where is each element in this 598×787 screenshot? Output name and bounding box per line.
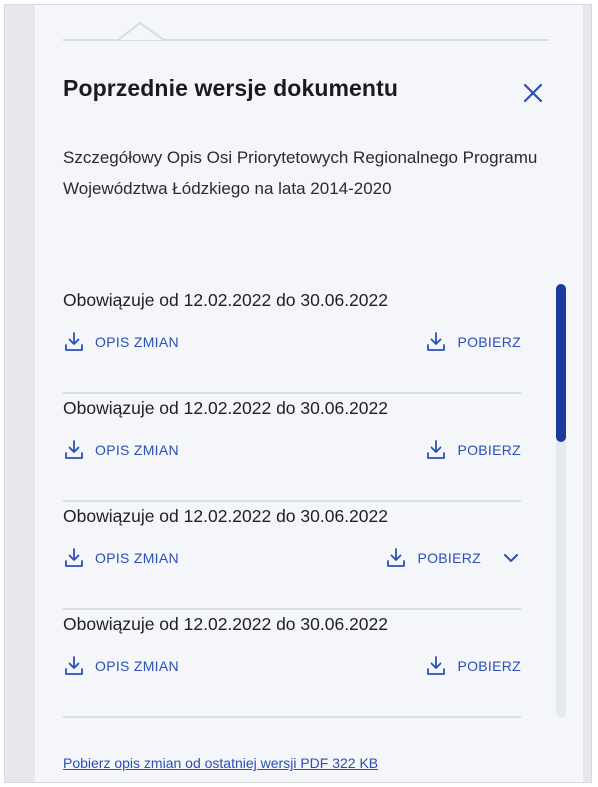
download-label: POBIERZ [457,442,521,458]
changes-link[interactable]: OPIS ZMIAN [63,655,179,677]
panel-title: Poprzednie wersje dokumentu [63,75,398,101]
download-icon [385,547,407,569]
version-item: Obowiązuje od 12.02.2022 do 30.06.2022 O… [63,286,521,394]
download-icon [425,331,447,353]
download-link[interactable]: POBIERZ [425,655,521,677]
download-icon [63,547,85,569]
scrollbar-thumb[interactable] [556,284,566,442]
changes-since-last-version-link[interactable]: Pobierz opis zmian od ostatniej wersji P… [63,755,378,771]
download-icon [63,331,85,353]
changes-link[interactable]: OPIS ZMIAN [63,547,179,569]
download-icon [425,439,447,461]
version-date: Obowiązuje od 12.02.2022 do 30.06.2022 [63,398,388,418]
close-icon [523,83,543,103]
download-label: POBIERZ [417,550,481,566]
version-date: Obowiązuje od 12.02.2022 do 30.06.2022 [63,506,388,526]
changes-link[interactable]: OPIS ZMIAN [63,439,179,461]
changes-label: OPIS ZMIAN [95,550,179,566]
download-icon [425,655,447,677]
download-link[interactable]: POBIERZ [425,439,521,461]
changes-label: OPIS ZMIAN [95,658,179,674]
download-label: POBIERZ [457,334,521,350]
close-button[interactable] [519,79,547,107]
download-link[interactable]: POBIERZ [425,331,521,353]
version-list: Obowiązuje od 12.02.2022 do 30.06.2022 O… [63,286,521,718]
download-label: POBIERZ [457,658,521,674]
version-date: Obowiązuje od 12.02.2022 do 30.06.2022 [63,614,388,634]
download-link[interactable]: POBIERZ [385,547,521,569]
download-icon [63,655,85,677]
changes-label: OPIS ZMIAN [95,334,179,350]
download-icon [63,439,85,461]
version-date: Obowiązuje od 12.02.2022 do 30.06.2022 [63,290,388,310]
right-gutter [583,5,591,782]
changes-label: OPIS ZMIAN [95,442,179,458]
version-divider [63,716,521,718]
chevron-down-icon[interactable] [501,548,521,568]
pointer-notch [118,21,165,41]
version-item: Obowiązuje od 12.02.2022 do 30.06.2022 O… [63,610,521,718]
left-gutter [5,5,35,782]
document-description: Szczegółowy Opis Osi Priorytetowych Regi… [63,148,538,198]
version-item: Obowiązuje od 12.02.2022 do 30.06.2022 O… [63,394,521,502]
changes-link[interactable]: OPIS ZMIAN [63,331,179,353]
version-item: Obowiązuje od 12.02.2022 do 30.06.2022 O… [63,502,521,610]
versions-panel: Poprzednie wersje dokumentu Szczegółowy … [35,5,583,782]
